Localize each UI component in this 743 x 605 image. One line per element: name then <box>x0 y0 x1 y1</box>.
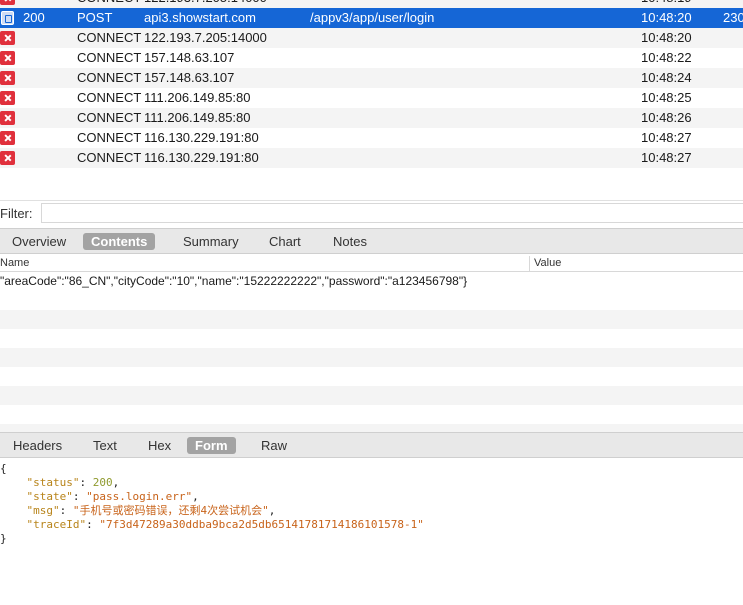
error-icon <box>0 71 15 85</box>
table-row[interactable]: "areaCode":"86_CN","cityCode":"10","name… <box>0 272 743 291</box>
table-row[interactable]: CONNECT 122.193.7.205:14000 10:48:20 <box>0 28 743 48</box>
start-time-cell: 10:48:19 <box>641 0 692 8</box>
json-field-line: "state": "pass.login.err", <box>26 490 199 503</box>
tab-notes[interactable]: Notes <box>325 233 375 250</box>
tab-headers[interactable]: Headers <box>5 437 70 454</box>
table-row[interactable]: CONNECT 157.148.63.107 10:48:24 <box>0 68 743 88</box>
method-cell: CONNECT <box>77 130 142 145</box>
json-close-brace: } <box>0 532 7 545</box>
name-column-header[interactable]: Name <box>0 257 29 269</box>
table-row[interactable]: 200 POST api3.showstart.com/appv3/app/user… <box>0 8 743 28</box>
error-icon <box>0 51 15 65</box>
json-key: "traceId" <box>26 518 87 531</box>
host-cell: 116.130.229.191:80 <box>144 130 259 145</box>
json-comma: , <box>112 476 120 489</box>
table-row[interactable]: CONNECT 116.130.229.191:80 10:48:27 <box>0 128 743 148</box>
method-cell: CONNECT <box>77 110 142 125</box>
tab-overview[interactable]: Overview <box>4 233 74 250</box>
filter-label: Filter: <box>0 206 33 221</box>
json-field-line: "traceId": "7f3d47289a30ddba9bca2d5db651… <box>26 518 424 531</box>
table-row[interactable]: CONNECT 111.206.149.85:80 10:48:26 <box>0 108 743 128</box>
response-json-viewer: { "status": 200, "state": "pass.login.er… <box>0 462 743 605</box>
start-time-cell: 10:48:27 <box>641 130 692 145</box>
table-row-empty <box>0 348 743 367</box>
column-divider[interactable] <box>529 256 530 271</box>
json-field-line: "msg": "手机号或密码错误，还剩4次尝试机会", <box>26 504 276 517</box>
start-time-cell: 10:48:25 <box>641 90 692 105</box>
kv-table-body: "areaCode":"86_CN","cityCode":"10","name… <box>0 272 743 432</box>
table-row-empty <box>0 386 743 405</box>
json-value: "7f3d47289a30ddba9bca2d5db65141781714186… <box>99 518 424 531</box>
start-time-cell: 10:48:24 <box>641 70 692 85</box>
tab-form[interactable]: Form <box>187 437 236 454</box>
json-comma: , <box>268 504 276 517</box>
table-row[interactable]: CONNECT122.193.7.205:14000 10:48:19 <box>0 0 743 8</box>
request-tabbar: Overview Contents Summary Chart Notes <box>0 228 743 254</box>
host-cell: 157.148.63.107 <box>144 70 235 85</box>
error-icon <box>0 111 15 125</box>
error-icon <box>0 31 15 45</box>
method-cell: CONNECT <box>77 30 142 45</box>
json-comma: , <box>192 490 199 503</box>
start-time-cell: 10:48:26 <box>641 110 692 125</box>
json-value: "pass.login.err" <box>86 490 193 503</box>
filter-input[interactable] <box>41 203 743 223</box>
error-icon <box>0 91 15 105</box>
host-cell: api3.showstart.com <box>144 10 256 25</box>
duration-cell: 230 <box>723 10 743 25</box>
start-time-cell: 10:48:20 <box>641 10 692 25</box>
host-cell: 111.206.149.85:80 <box>144 110 251 125</box>
table-row[interactable]: CONNECT 111.206.149.85:80 10:48:25 <box>0 88 743 108</box>
tab-chart[interactable]: Chart <box>261 233 309 250</box>
table-row-empty <box>0 424 743 432</box>
json-key: "status" <box>26 476 80 489</box>
json-value: 200 <box>92 476 113 489</box>
host-cell: 122.193.7.205:14000 <box>144 30 267 45</box>
kv-table-header: Name Value <box>0 256 743 272</box>
document-icon <box>1 11 14 25</box>
json-value: "手机号或密码错误，还剩4次尝试机会" <box>72 504 269 517</box>
table-row[interactable]: CONNECT 157.148.63.107 10:48:22 <box>0 48 743 68</box>
host-cell: 111.206.149.85:80 <box>144 90 251 105</box>
method-cell: CONNECT <box>77 50 142 65</box>
status-code-cell: 200 <box>23 10 45 25</box>
start-time-cell: 10:48:20 <box>641 30 692 45</box>
json-open-brace: { <box>0 462 7 475</box>
host-cell: 157.148.63.107 <box>144 50 235 65</box>
response-tabbar: Headers Text Hex Form Raw <box>0 432 743 458</box>
json-key: "msg" <box>26 504 60 517</box>
tab-raw[interactable]: Raw <box>253 437 295 454</box>
error-icon <box>0 0 15 5</box>
path-cell: /appv3/app/user/login <box>310 10 435 25</box>
table-row[interactable]: CONNECT 116.130.229.191:80 10:48:27 <box>0 148 743 168</box>
filter-bar: Filter: <box>0 200 743 227</box>
method-cell: CONNECT <box>77 150 142 165</box>
value-column-header[interactable]: Value <box>534 257 561 269</box>
json-field-line: "status": 200, <box>26 476 120 489</box>
tab-text[interactable]: Text <box>85 437 125 454</box>
tab-summary[interactable]: Summary <box>175 233 247 250</box>
start-time-cell: 10:48:22 <box>641 50 692 65</box>
tab-contents[interactable]: Contents <box>83 233 156 250</box>
host-cell: 116.130.229.191:80 <box>144 150 259 165</box>
request-list: CONNECT122.193.7.205:1400010:48:19200POS… <box>0 0 743 200</box>
error-icon <box>0 131 15 145</box>
json-key: "state" <box>26 490 73 503</box>
start-time-cell: 10:48:27 <box>641 150 692 165</box>
tab-hex[interactable]: Hex <box>140 437 179 454</box>
table-row-empty <box>0 310 743 329</box>
host-cell: 122.193.7.205:14000 <box>144 0 267 8</box>
kv-row-text: "areaCode":"86_CN","cityCode":"10","name… <box>0 274 468 288</box>
method-cell: CONNECT <box>77 90 142 105</box>
error-icon <box>0 151 15 165</box>
method-cell: POST <box>77 10 113 25</box>
method-cell: CONNECT <box>77 0 141 8</box>
method-cell: CONNECT <box>77 70 142 85</box>
